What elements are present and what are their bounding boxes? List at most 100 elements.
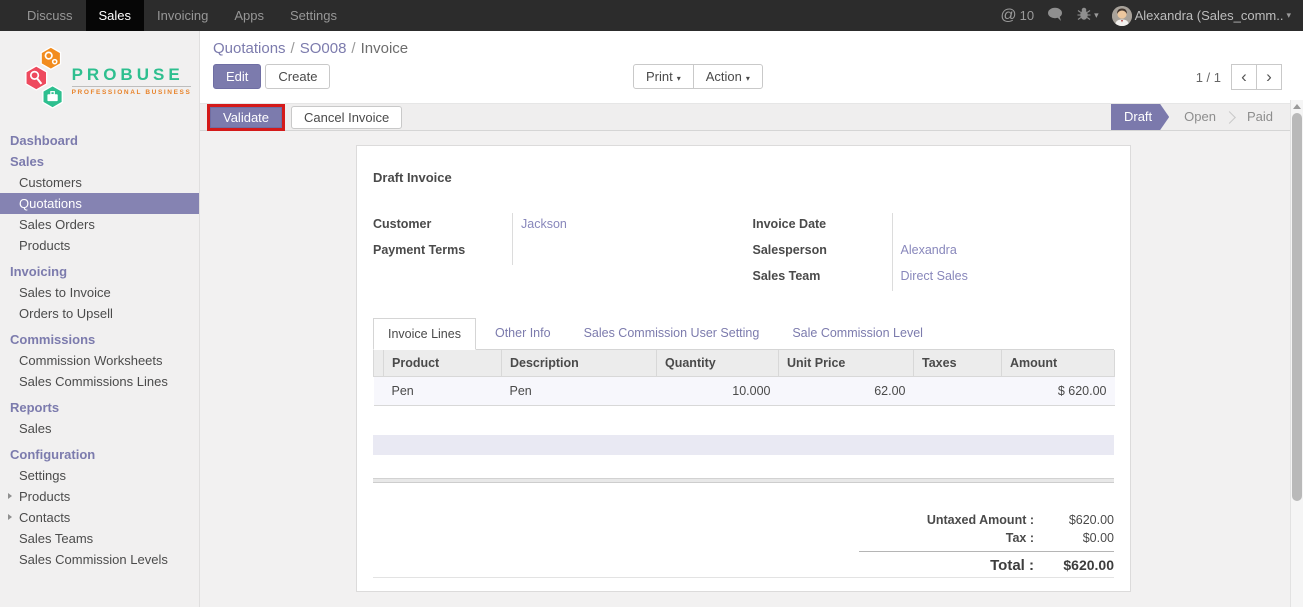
expand-caret-icon: [8, 514, 12, 520]
sidebar-header-configuration[interactable]: Configuration: [0, 444, 199, 465]
scrollbar-thumb[interactable]: [1292, 113, 1302, 501]
salesperson-label: Salesperson: [753, 239, 892, 265]
horizontal-divider: [373, 478, 1114, 483]
pager-previous-button[interactable]: ‹: [1231, 64, 1257, 90]
sidebar-item-reports-sales[interactable]: Sales: [0, 418, 199, 439]
action-label: Action: [706, 69, 742, 84]
sidebar-header-invoicing[interactable]: Invoicing: [0, 261, 199, 282]
sidebar-item-contacts[interactable]: Contacts: [0, 507, 199, 528]
column-product[interactable]: Product: [384, 350, 502, 377]
sidebar-item-sales-commission-levels[interactable]: Sales Commission Levels: [0, 549, 199, 570]
chat-bubble-icon: [1047, 7, 1064, 25]
column-unit-price[interactable]: Unit Price: [779, 350, 914, 377]
logo-subtitle: PROFESSIONAL BUSINESS: [72, 86, 192, 96]
customer-label: Customer: [373, 213, 512, 239]
column-quantity[interactable]: Quantity: [657, 350, 779, 377]
sidebar-item-products[interactable]: Products: [0, 235, 199, 256]
cell-amount[interactable]: $ 620.00: [1002, 377, 1115, 406]
sidebar-item-commission-worksheets[interactable]: Commission Worksheets: [0, 350, 199, 371]
tab-sale-commission-level[interactable]: Sale Commission Level: [778, 318, 937, 350]
status-paid[interactable]: Paid: [1232, 104, 1288, 130]
sidebar: PROBUSE PROFESSIONAL BUSINESS Dashboard …: [0, 31, 200, 607]
top-navbar: Discuss Sales Invoicing Apps Settings @ …: [0, 0, 1303, 31]
column-description[interactable]: Description: [502, 350, 657, 377]
customer-value-link[interactable]: Jackson: [521, 217, 567, 231]
breadcrumb-quotations[interactable]: Quotations: [213, 40, 286, 57]
status-draft[interactable]: Draft: [1111, 104, 1169, 130]
logo-hexagons-icon: [8, 40, 68, 120]
user-name: Alexandra (Sales_comm..: [1135, 8, 1284, 23]
column-taxes[interactable]: Taxes: [914, 350, 1002, 377]
column-amount[interactable]: Amount: [1002, 350, 1115, 377]
cell-unit-price[interactable]: 62.00: [779, 377, 914, 406]
sidebar-item-quotations[interactable]: Quotations: [0, 193, 199, 214]
sidebar-item-sales-orders[interactable]: Sales Orders: [0, 214, 199, 235]
debug-menu-button[interactable]: ▾: [1077, 7, 1099, 24]
pager-next-button[interactable]: ›: [1256, 64, 1282, 90]
mention-count: 10: [1020, 8, 1034, 23]
user-menu[interactable]: Alexandra (Sales_comm.. ▾: [1112, 6, 1291, 26]
print-dropdown-button[interactable]: Print▾: [633, 64, 694, 89]
avatar: [1112, 6, 1132, 26]
expand-caret-icon: [8, 493, 12, 499]
cell-taxes[interactable]: [914, 377, 1002, 406]
menu-apps[interactable]: Apps: [221, 0, 277, 31]
salesperson-value-link[interactable]: Alexandra: [901, 243, 957, 257]
row-handle-cell: [374, 377, 384, 406]
scroll-up-arrow-icon[interactable]: [1293, 104, 1301, 109]
tab-sales-commission-user-setting[interactable]: Sales Commission User Setting: [570, 318, 774, 350]
bug-icon: [1077, 7, 1091, 24]
sidebar-item-label: Products: [19, 489, 70, 504]
cell-quantity[interactable]: 10.000: [657, 377, 779, 406]
breadcrumb-current: Invoice: [361, 40, 409, 57]
menu-discuss[interactable]: Discuss: [14, 0, 86, 31]
sidebar-header-sales[interactable]: Sales: [0, 151, 199, 172]
tab-other-info[interactable]: Other Info: [481, 318, 565, 350]
field-invoice-date: Invoice Date: [753, 213, 1115, 239]
empty-lines-band: [373, 435, 1114, 455]
sidebar-item-sales-commissions-lines[interactable]: Sales Commissions Lines: [0, 371, 199, 392]
statusbar: Validate Cancel Invoice Draft Open Paid: [200, 103, 1290, 131]
sidebar-item-orders-to-upsell[interactable]: Orders to Upsell: [0, 303, 199, 324]
untaxed-amount-label: Untaxed Amount :: [859, 513, 1034, 527]
cancel-invoice-button[interactable]: Cancel Invoice: [291, 106, 402, 129]
table-row[interactable]: Pen Pen 10.000 62.00 $ 620.00: [374, 377, 1115, 406]
field-sales-team: Sales Team Direct Sales: [753, 265, 1115, 291]
sidebar-item-settings[interactable]: Settings: [0, 465, 199, 486]
create-button[interactable]: Create: [265, 64, 330, 89]
sidebar-item-sales-to-invoice[interactable]: Sales to Invoice: [0, 282, 199, 303]
edit-button[interactable]: Edit: [213, 64, 261, 89]
menu-invoicing[interactable]: Invoicing: [144, 0, 221, 31]
sidebar-item-sales-teams[interactable]: Sales Teams: [0, 528, 199, 549]
tax-row: Tax : $0.00: [859, 529, 1114, 547]
table-header-row: Product Description Quantity Unit Price …: [374, 350, 1115, 377]
sidebar-header-commissions[interactable]: Commissions: [0, 329, 199, 350]
field-customer: Customer Jackson: [373, 213, 735, 239]
cell-product[interactable]: Pen: [384, 377, 502, 406]
cell-description[interactable]: Pen: [502, 377, 657, 406]
total-value: $620.00: [1034, 557, 1114, 573]
caret-down-icon: ▾: [1094, 10, 1099, 21]
status-pipeline: Draft Open Paid: [1111, 104, 1288, 130]
vertical-scrollbar[interactable]: [1290, 100, 1303, 607]
tab-invoice-lines[interactable]: Invoice Lines: [373, 318, 476, 350]
caret-down-icon: ▾: [677, 74, 681, 83]
breadcrumb-so008[interactable]: SO008: [300, 40, 347, 57]
action-dropdown-button[interactable]: Action▾: [693, 64, 763, 89]
breadcrumb-separator: /: [346, 40, 360, 57]
messages-button[interactable]: [1047, 7, 1064, 25]
validate-button[interactable]: Validate: [210, 107, 282, 128]
menu-sales[interactable]: Sales: [86, 0, 145, 31]
menu-settings[interactable]: Settings: [277, 0, 350, 31]
sidebar-header-reports[interactable]: Reports: [0, 397, 199, 418]
sidebar-item-config-products[interactable]: Products: [0, 486, 199, 507]
invoice-lines-table: Product Description Quantity Unit Price …: [373, 350, 1115, 406]
untaxed-amount-value: $620.00: [1034, 513, 1114, 527]
sidebar-header-dashboard[interactable]: Dashboard: [0, 130, 199, 151]
mentions-counter[interactable]: @ 10: [1000, 8, 1034, 24]
untaxed-amount-row: Untaxed Amount : $620.00: [859, 511, 1114, 529]
validate-highlight-box: Validate: [207, 104, 285, 131]
sales-team-value-link[interactable]: Direct Sales: [901, 269, 968, 283]
invoice-date-label: Invoice Date: [753, 213, 892, 239]
sidebar-item-customers[interactable]: Customers: [0, 172, 199, 193]
